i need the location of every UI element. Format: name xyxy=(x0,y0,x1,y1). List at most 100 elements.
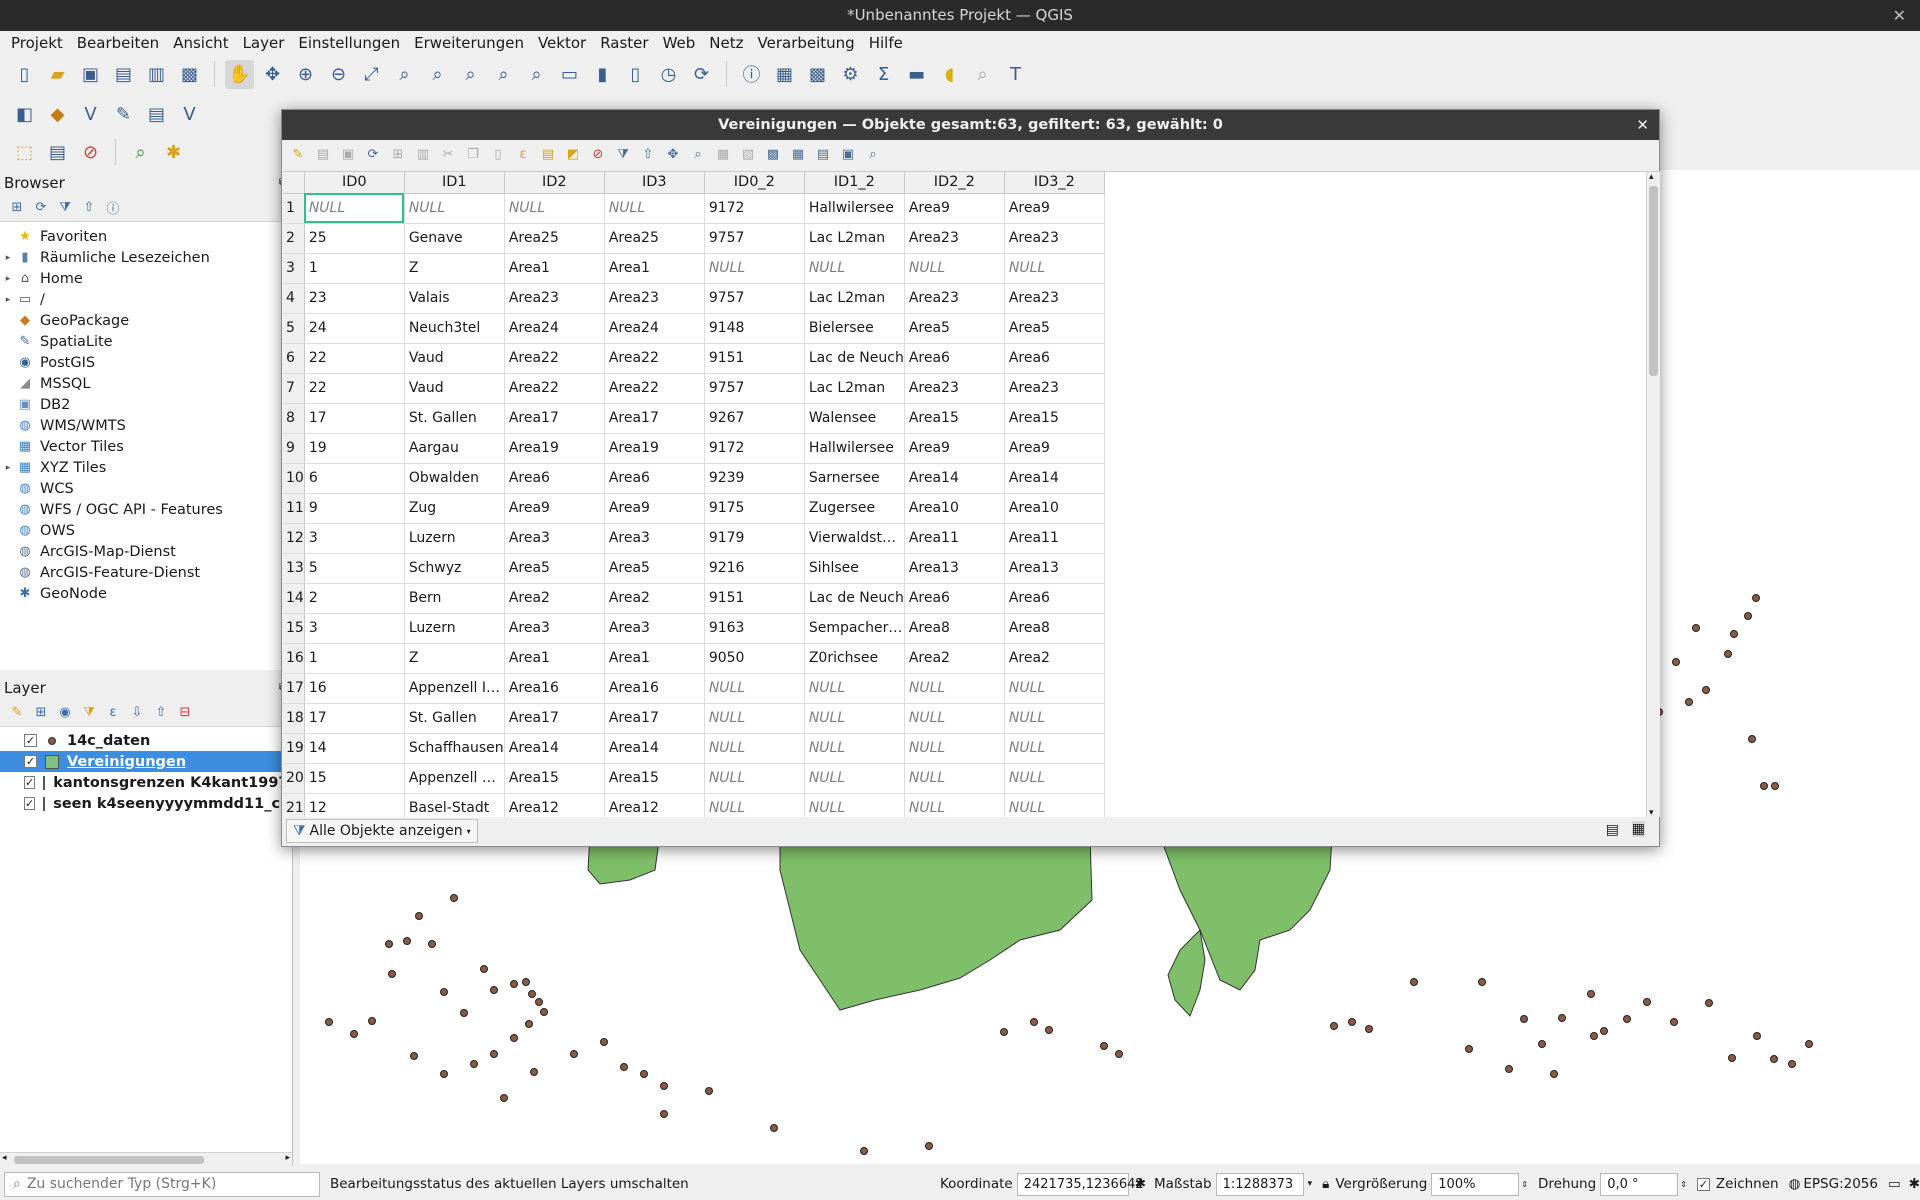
row-number[interactable]: 8 xyxy=(283,403,305,434)
column-header[interactable]: ID2_2 xyxy=(904,172,1005,194)
table-cell[interactable]: Lac de Neuch xyxy=(804,583,905,614)
filter-legend-icon[interactable]: ⧩ xyxy=(80,704,98,722)
table-cell[interactable]: 9050 xyxy=(704,643,805,674)
pan-to-selection-icon[interactable]: ✥ xyxy=(663,144,683,164)
zoom-in-icon[interactable]: ⊕ xyxy=(291,60,320,89)
table-cell[interactable]: NULL xyxy=(804,793,905,817)
browser-item-arcgis-map[interactable]: ◍ ArcGIS-Map-Dienst xyxy=(0,541,292,562)
field-calculator-icon[interactable]: ▩ xyxy=(803,60,832,89)
show-all-features-button[interactable]: ⧩ Alle Objekte anzeigen ▾ xyxy=(286,819,478,843)
table-cell[interactable]: Area9 xyxy=(904,433,1005,464)
row-number[interactable]: 6 xyxy=(283,343,305,374)
row-number[interactable]: 9 xyxy=(283,433,305,464)
table-cell[interactable]: 9267 xyxy=(704,403,805,434)
table-cell[interactable]: NULL xyxy=(404,193,505,224)
table-cell[interactable]: 1 xyxy=(304,253,405,284)
select-features-icon[interactable]: ⬚ xyxy=(10,138,39,167)
lock-scale-icon[interactable]: 🔒︎ xyxy=(1322,1176,1329,1192)
identify-icon[interactable]: ⓘ xyxy=(737,60,766,89)
table-cell[interactable]: Area8 xyxy=(1004,613,1105,644)
table-cell[interactable]: Area24 xyxy=(604,313,705,344)
table-cell[interactable]: Hallwilersee xyxy=(804,433,905,464)
table-cell[interactable]: Area13 xyxy=(1004,553,1105,584)
table-cell[interactable]: Area6 xyxy=(904,583,1005,614)
table-cell[interactable]: NULL xyxy=(704,673,805,704)
table-cell[interactable]: 9163 xyxy=(704,613,805,644)
table-view-icon[interactable]: ▦ xyxy=(1631,821,1645,837)
form-view-icon[interactable]: ▤ xyxy=(1606,822,1619,838)
refresh-icon[interactable]: ⟳ xyxy=(32,199,50,217)
table-row[interactable]: 19 14 Schaffhausen Area14 Area14 NULL NULL NULL… xyxy=(283,733,1105,764)
table-cell[interactable]: 15 xyxy=(304,763,405,794)
menu-erweiterungen[interactable]: Erweiterungen xyxy=(407,31,531,55)
table-vertical-scrollbar[interactable]: ▴ ▾ xyxy=(1646,172,1660,817)
magnifier-field[interactable]: 100% xyxy=(1431,1172,1520,1196)
expand-all-icon[interactable]: ⇩ xyxy=(128,704,146,722)
row-number[interactable]: 13 xyxy=(283,553,305,584)
table-cell[interactable]: Area9 xyxy=(1004,433,1105,464)
table-cell[interactable]: Area11 xyxy=(1004,523,1105,554)
table-cell[interactable]: NULL xyxy=(1004,793,1105,817)
table-cell[interactable]: 9216 xyxy=(704,553,805,584)
magnifier-spinner-icon[interactable]: ⇕ xyxy=(1521,1180,1528,1189)
table-cell[interactable]: Vaud xyxy=(404,343,505,374)
table-cell[interactable]: Appenzell I… xyxy=(404,673,505,704)
filter-icon[interactable]: ⧩ xyxy=(56,199,74,217)
scroll-right-icon[interactable]: ▸ xyxy=(285,1153,290,1163)
invert-selection-icon[interactable]: ◩ xyxy=(563,144,583,164)
table-cell[interactable]: 3 xyxy=(304,523,405,554)
table-cell[interactable]: Area23 xyxy=(904,373,1005,404)
tree-expander-icon[interactable]: ▸ xyxy=(0,463,16,473)
new-shapefile-layer-icon[interactable]: V xyxy=(76,100,105,129)
table-cell[interactable]: Area9 xyxy=(604,493,705,524)
table-cell[interactable]: Area6 xyxy=(1004,343,1105,374)
map-tips-icon[interactable]: ◖ xyxy=(935,60,964,89)
scale-field[interactable]: 1:1288373 xyxy=(1215,1172,1304,1196)
table-cell[interactable]: NULL xyxy=(804,763,905,794)
zoom-native-icon[interactable]: ⌕ xyxy=(456,60,485,89)
layers-horizontal-scrollbar[interactable]: ◂ ▸ xyxy=(0,1152,292,1166)
save-edits-icon[interactable]: ▣ xyxy=(338,144,358,164)
menu-ansicht[interactable]: Ansicht xyxy=(166,31,235,55)
table-cell[interactable]: NULL xyxy=(704,703,805,734)
statistics-icon[interactable]: Σ xyxy=(869,60,898,89)
table-cell[interactable]: 19 xyxy=(304,433,405,464)
zoom-next-icon[interactable]: ⌕ xyxy=(522,60,551,89)
digitizing-tools-icon[interactable]: ✱ xyxy=(159,138,188,167)
browser-item-wfs[interactable]: ◍ WFS / OGC API - Features xyxy=(0,499,292,520)
table-cell[interactable]: NULL xyxy=(704,793,805,817)
table-cell[interactable]: Area9 xyxy=(1004,193,1105,224)
table-cell[interactable]: NULL xyxy=(804,253,905,284)
open-attribute-table-icon[interactable]: ▦ xyxy=(770,60,799,89)
menu-verarbeitung[interactable]: Verarbeitung xyxy=(751,31,862,55)
cut-icon[interactable]: ✂ xyxy=(438,144,458,164)
table-cell[interactable]: Bern xyxy=(404,583,505,614)
row-number[interactable]: 18 xyxy=(283,703,305,734)
table-row[interactable]: 3 1 Z Area1 Area1 NULL NULL NULL NULL xyxy=(283,253,1105,284)
table-row[interactable]: 16 1 Z Area1 Area1 9050 Z0richsee Area2 Area2 xyxy=(283,643,1105,674)
table-cell[interactable]: 25 xyxy=(304,223,405,254)
table-cell[interactable]: Area8 xyxy=(904,613,1005,644)
new-virtual-layer-icon[interactable]: V xyxy=(175,100,204,129)
select-by-expression-icon[interactable]: ε xyxy=(513,144,533,164)
table-cell[interactable]: Area3 xyxy=(504,523,605,554)
table-cell[interactable]: Area15 xyxy=(504,763,605,794)
table-cell[interactable]: Lac L2man xyxy=(804,373,905,404)
table-cell[interactable]: Area3 xyxy=(604,613,705,644)
table-cell[interactable]: Neuch3tel xyxy=(404,313,505,344)
browser-item-mssql[interactable]: ◢ MSSQL xyxy=(0,373,292,394)
browser-item-postgis[interactable]: ◉ PostGIS xyxy=(0,352,292,373)
text-annotation-icon[interactable]: T xyxy=(1001,60,1030,89)
style-manager-icon[interactable]: ▩ xyxy=(175,60,204,89)
new-geopackage-layer-icon[interactable]: ◆ xyxy=(43,100,72,129)
table-cell[interactable]: Area12 xyxy=(604,793,705,817)
table-cell[interactable]: Genave xyxy=(404,223,505,254)
render-checkbox[interactable]: ✓ xyxy=(1696,1177,1710,1191)
table-cell[interactable]: 22 xyxy=(304,343,405,374)
table-cell[interactable]: Area5 xyxy=(604,553,705,584)
new-project-icon[interactable]: ▯ xyxy=(10,60,39,89)
menu-hilfe[interactable]: Hilfe xyxy=(862,31,910,55)
column-header[interactable]: ID1 xyxy=(404,172,505,194)
table-cell[interactable]: Area10 xyxy=(1004,493,1105,524)
table-cell[interactable]: NULL xyxy=(504,193,605,224)
